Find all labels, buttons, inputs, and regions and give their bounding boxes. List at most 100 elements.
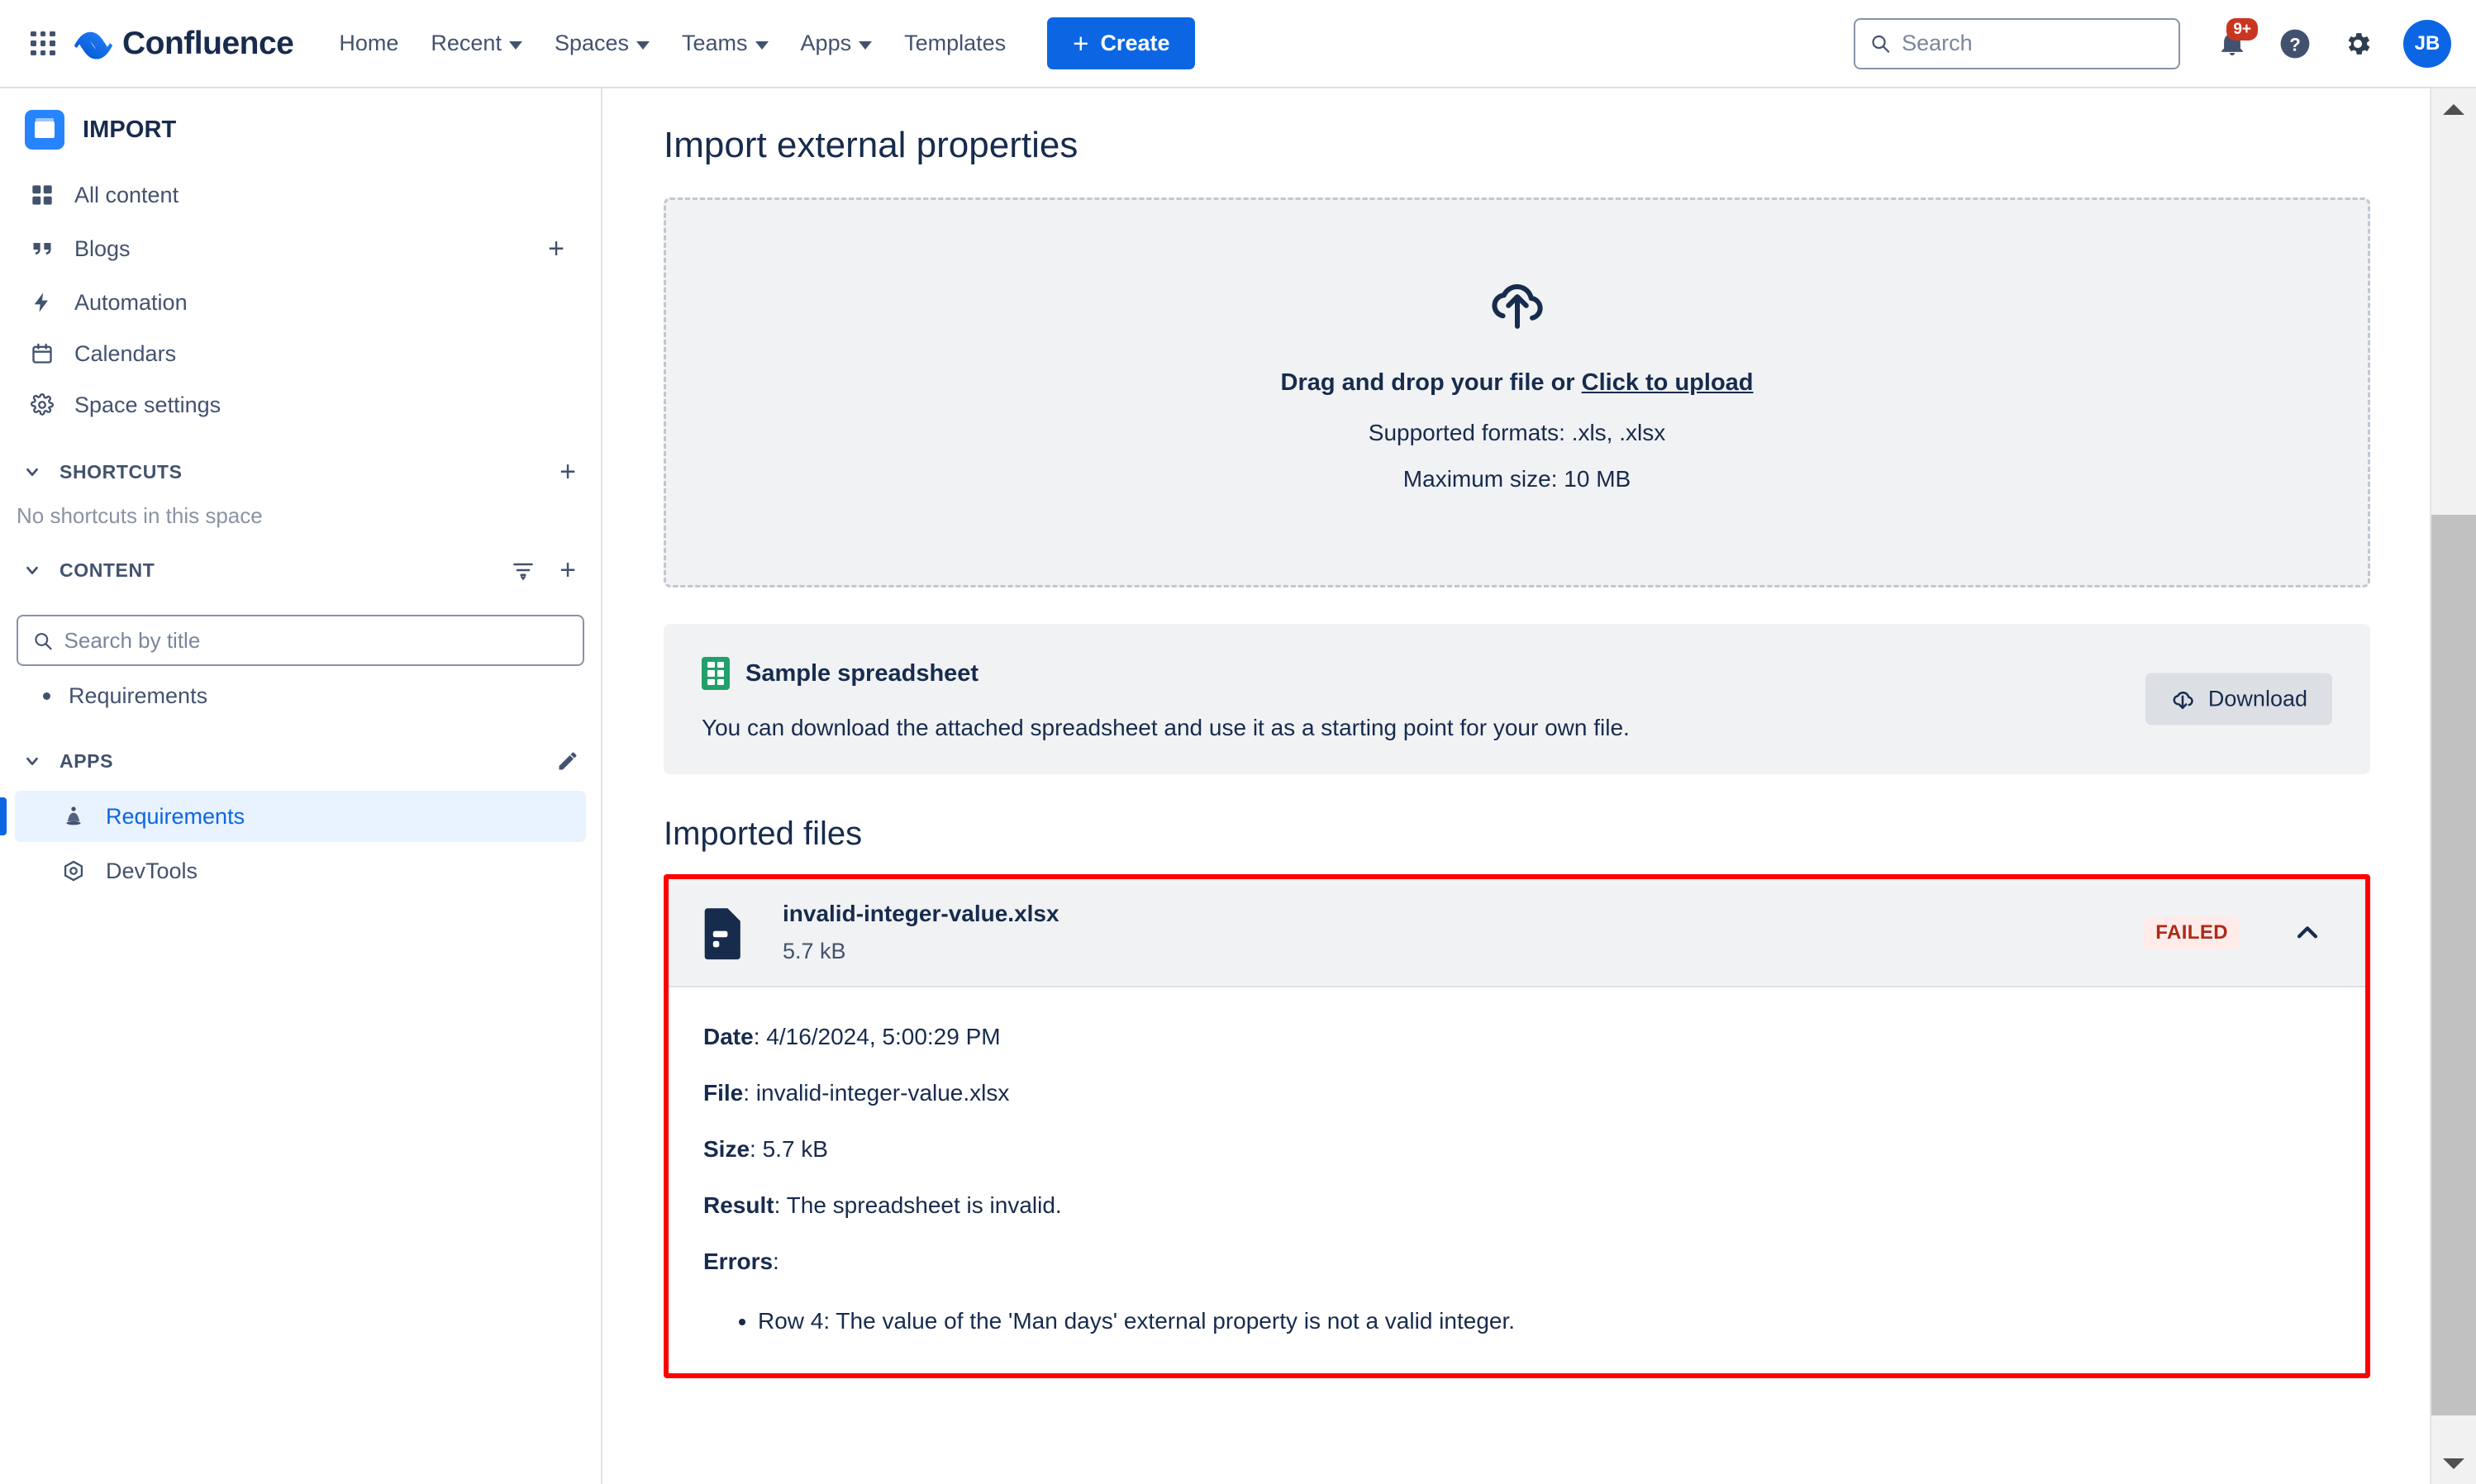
scroll-up-button[interactable] <box>2431 88 2476 130</box>
bullet-icon <box>43 692 50 700</box>
chevron-down-icon <box>23 752 41 770</box>
global-search-box[interactable] <box>1854 18 2180 69</box>
imported-file-name: invalid-integer-value.xlsx <box>783 901 2119 927</box>
add-content-button[interactable]: + <box>551 554 584 587</box>
user-avatar[interactable]: JB <box>2403 20 2451 68</box>
sample-card-title: Sample spreadsheet <box>745 660 978 687</box>
shortcuts-empty-note: No shortcuts in this space <box>0 498 601 529</box>
sidebar-item-devtools[interactable]: DevTools <box>15 845 586 897</box>
file-error-list: Row 4: The value of the 'Man days' exter… <box>758 1305 2331 1337</box>
help-button[interactable]: ? <box>2268 17 2322 71</box>
nav-item-label: Recent <box>431 31 502 56</box>
space-nav-list: All content Blogs + Automation <box>0 169 601 430</box>
add-shortcut-button[interactable]: + <box>551 455 584 488</box>
sidebar-item-blogs[interactable]: Blogs + <box>15 221 586 277</box>
download-button-label: Download <box>2208 687 2307 712</box>
space-sidebar: IMPORT All content Blogs + <box>0 88 602 1484</box>
content-page-requirements[interactable]: Requirements <box>15 673 586 720</box>
sidebar-item-automation[interactable]: Automation <box>15 277 586 328</box>
imported-files-heading: Imported files <box>664 816 2370 853</box>
detail-key: File <box>703 1080 743 1106</box>
apps-title: APPS <box>60 750 540 773</box>
imported-file-header[interactable]: invalid-integer-value.xlsx 5.7 kB FAILED <box>669 879 2365 987</box>
status-badge: FAILED <box>2144 916 2240 949</box>
collapse-file-details-button[interactable] <box>2283 908 2332 958</box>
detail-value: The spreadsheet is invalid. <box>787 1192 1062 1218</box>
settings-button[interactable] <box>2331 17 2385 71</box>
chevron-down-icon <box>755 41 769 50</box>
detail-value: invalid-integer-value.xlsx <box>756 1080 1010 1106</box>
sample-card-header: Sample spreadsheet <box>702 657 2332 690</box>
content-section-header: CONTENT + <box>0 544 601 597</box>
triangle-up-icon <box>2443 104 2464 115</box>
space-header[interactable]: IMPORT <box>0 88 601 169</box>
grid-squares-icon <box>28 181 56 209</box>
sidebar-item-calendars[interactable]: Calendars <box>15 328 586 379</box>
search-icon <box>33 630 53 651</box>
chevron-down-icon <box>859 41 872 50</box>
nav-item-spaces[interactable]: Spaces <box>540 21 664 66</box>
create-button-label: Create <box>1100 31 1169 56</box>
nav-item-templates[interactable]: Templates <box>890 21 1020 66</box>
download-sample-button[interactable]: Download <box>2145 673 2332 725</box>
nav-right-cluster: 9+ ? JB <box>1854 17 2451 71</box>
file-detail-size: Size: 5.7 kB <box>703 1136 2331 1163</box>
calendar-icon <box>28 340 56 368</box>
avatar-initials: JB <box>2415 32 2440 55</box>
chevron-down-icon <box>509 41 522 50</box>
file-detail-result: Result: The spreadsheet is invalid. <box>703 1192 2331 1219</box>
pencil-icon <box>556 749 579 773</box>
sample-spreadsheet-card: Sample spreadsheet You can download the … <box>664 624 2370 774</box>
filter-icon <box>512 559 535 582</box>
sidebar-item-all-content[interactable]: All content <box>15 169 586 221</box>
shortcuts-collapse-toggle[interactable] <box>17 456 48 488</box>
file-detail-date: Date: 4/16/2024, 5:00:29 PM <box>703 1024 2331 1050</box>
content-search-box[interactable] <box>17 615 584 666</box>
chevron-down-icon <box>23 463 41 481</box>
apps-collapse-toggle[interactable] <box>17 745 48 777</box>
nav-item-label: Home <box>339 31 398 56</box>
content-filter-button[interactable] <box>507 554 540 587</box>
edit-apps-button[interactable] <box>551 744 584 778</box>
space-avatar-icon <box>25 110 64 150</box>
confluence-logo-link[interactable]: Confluence <box>74 25 293 63</box>
page-scrollbar[interactable] <box>2430 88 2476 1484</box>
primary-nav-items: Home Recent Spaces Teams Apps Templates <box>325 21 1020 66</box>
search-input[interactable] <box>1902 31 2164 56</box>
file-dropzone[interactable]: Drag and drop your file or Click to uplo… <box>664 197 2370 587</box>
triangle-down-icon <box>2443 1458 2464 1469</box>
sidebar-item-requirements-app[interactable]: Requirements <box>15 791 586 842</box>
notifications-button[interactable]: 9+ <box>2205 17 2259 71</box>
nav-item-recent[interactable]: Recent <box>417 21 536 66</box>
create-button[interactable]: + Create <box>1047 17 1195 69</box>
search-icon <box>1870 32 1890 55</box>
nav-item-label: Apps <box>801 31 852 56</box>
imported-file-details: Date: 4/16/2024, 5:00:29 PM File: invali… <box>669 987 2365 1373</box>
nav-item-home[interactable]: Home <box>325 21 412 66</box>
shortcuts-title: SHORTCUTS <box>60 461 540 483</box>
nav-item-apps[interactable]: Apps <box>787 21 887 66</box>
chevron-down-icon <box>23 561 41 579</box>
devtools-icon <box>60 857 88 885</box>
detail-key: Size <box>703 1136 750 1162</box>
brand-name: Confluence <box>122 26 293 62</box>
chevron-down-icon <box>636 41 650 50</box>
nav-item-teams[interactable]: Teams <box>668 21 783 66</box>
lightning-bolt-icon <box>28 288 56 316</box>
file-error-item: Row 4: The value of the 'Man days' exter… <box>758 1305 2331 1337</box>
search-by-title-input[interactable] <box>64 628 568 654</box>
sidebar-item-label: DevTools <box>106 859 198 884</box>
add-blog-button[interactable]: + <box>540 232 573 265</box>
sidebar-item-space-settings[interactable]: Space settings <box>15 379 586 430</box>
grid-apps-icon[interactable] <box>25 26 61 62</box>
imported-file-card: invalid-integer-value.xlsx 5.7 kB FAILED… <box>664 874 2370 1378</box>
svg-text:?: ? <box>2289 34 2301 55</box>
scrollbar-thumb[interactable] <box>2431 515 2476 1415</box>
cloud-upload-icon <box>1486 273 1549 340</box>
scroll-down-button[interactable] <box>2431 1443 2476 1484</box>
content-collapse-toggle[interactable] <box>17 554 48 586</box>
sidebar-item-label: Automation <box>74 290 573 316</box>
sample-card-description: You can download the attached spreadshee… <box>702 715 2332 741</box>
click-to-upload-link[interactable]: Click to upload <box>1582 369 1754 396</box>
space-name: IMPORT <box>83 117 176 144</box>
